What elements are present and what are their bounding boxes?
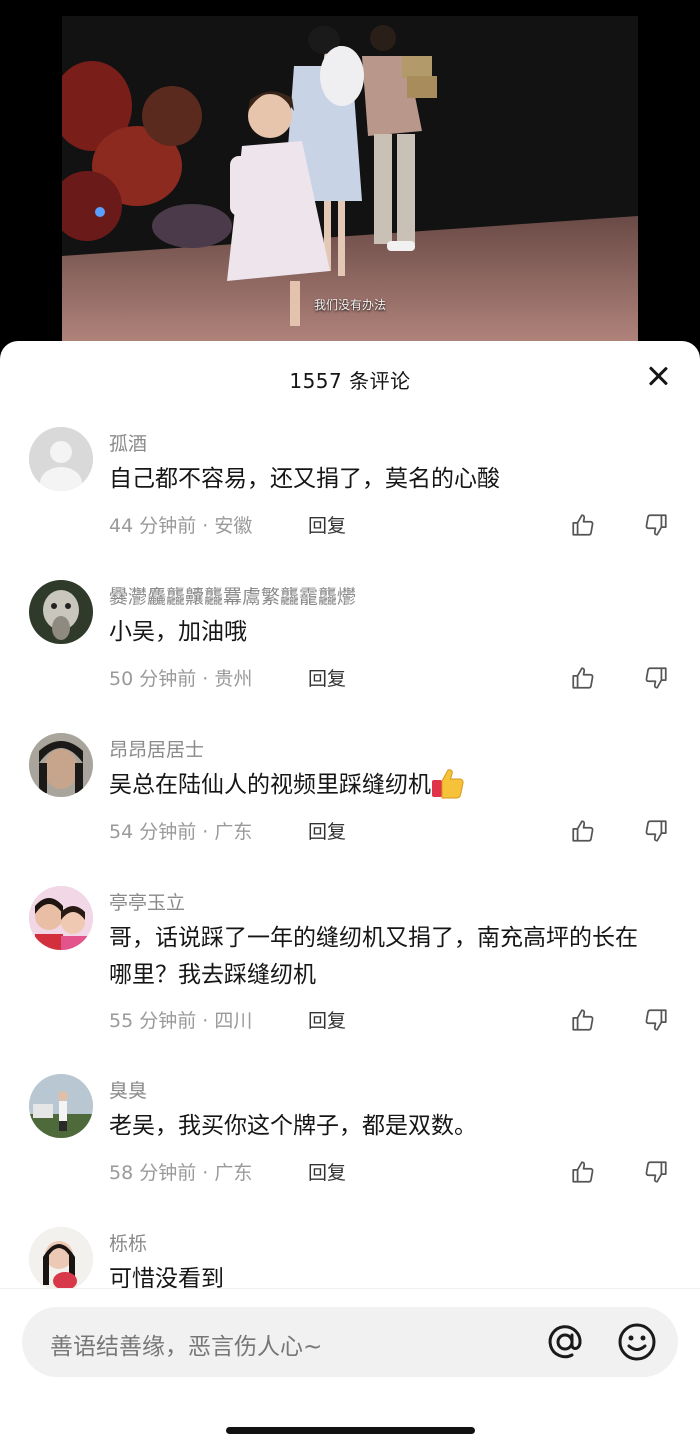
comment-text: 老吴，我买你这个牌子，都是双数。 bbox=[109, 1113, 477, 1139]
comment-username[interactable]: 亭亭玉立 bbox=[109, 888, 185, 915]
comment-meta: 58 分钟前 · 广东 bbox=[109, 1162, 253, 1184]
comment-username[interactable]: 爨灪麤龘齉龘羃鬳繁龘靇龘爩 bbox=[109, 582, 356, 609]
comment-text: 自己都不容易，还又捐了，莫名的心酸 bbox=[109, 466, 500, 492]
thumbs-up-icon[interactable] bbox=[570, 512, 596, 538]
comment-item: 亭亭玉立 哥，话说踩了一年的缝纫机又捐了，南充高坪的长在哪里？我去踩缝纫机 55… bbox=[0, 880, 700, 1068]
comment-meta: 55 分钟前 · 四川 bbox=[109, 1010, 253, 1032]
comment-item: 爨灪麤龘齉龘羃鬳繁龘靇龘爩 小吴，加油哦 50 分钟前 · 贵州 回复 bbox=[0, 574, 700, 727]
thumbs-down-icon[interactable] bbox=[643, 512, 669, 538]
comment-username[interactable]: 栎栎 bbox=[109, 1229, 147, 1256]
comment-text: 哥，话说踩了一年的缝纫机又捐了，南充高坪的长在哪里？我去踩缝纫机 bbox=[109, 925, 638, 988]
avatar[interactable] bbox=[29, 580, 93, 644]
comment-text: 吴总在陆仙人的视频里踩缝纫机 bbox=[109, 772, 431, 798]
comment-item: 昂昂居居士 吴总在陆仙人的视频里踩缝纫机 54 分钟前 · 广东 回复 bbox=[0, 727, 700, 880]
close-icon[interactable] bbox=[646, 364, 670, 388]
thumbs-down-icon[interactable] bbox=[643, 665, 669, 691]
thumbs-up-icon[interactable] bbox=[570, 1007, 596, 1033]
avatar[interactable] bbox=[29, 733, 93, 797]
avatar[interactable] bbox=[29, 427, 93, 491]
reply-button[interactable]: 回复 bbox=[308, 1006, 346, 1033]
comment-input[interactable]: 善语结善缘，恶言伤人心~ bbox=[22, 1307, 678, 1377]
at-icon[interactable] bbox=[544, 1321, 586, 1363]
comment-item: 孤酒 自己都不容易，还又捐了，莫名的心酸 44 分钟前 · 安徽 回复 bbox=[0, 421, 700, 574]
reply-button[interactable]: 回复 bbox=[308, 664, 346, 691]
video-subtitle: 我们没有办法 bbox=[313, 298, 386, 312]
thumbs-up-icon[interactable] bbox=[570, 665, 596, 691]
comment-input-placeholder[interactable]: 善语结善缘，恶言伤人心~ bbox=[50, 1327, 322, 1361]
comment-text-wrap: 吴总在陆仙人的视频里踩缝纫机 bbox=[109, 767, 659, 804]
comment-item: 臭臭 老吴，我买你这个牌子，都是双数。 58 分钟前 · 广东 回复 bbox=[0, 1068, 700, 1221]
comment-meta: 44 分钟前 · 安徽 bbox=[109, 515, 253, 537]
reply-button[interactable]: 回复 bbox=[308, 511, 346, 538]
comment-text: 小吴，加油哦 bbox=[109, 619, 247, 645]
comment-username[interactable]: 昂昂居居士 bbox=[109, 735, 204, 762]
comment-username[interactable]: 臭臭 bbox=[109, 1076, 147, 1103]
comment-sheet: 1557 条评论 孤酒 自己都不容易，还又捐了，莫名的心酸 44 分钟前 · 安… bbox=[0, 341, 700, 1446]
reply-button[interactable]: 回复 bbox=[308, 817, 346, 844]
smile-icon[interactable] bbox=[616, 1321, 658, 1363]
avatar[interactable] bbox=[29, 1074, 93, 1138]
thumbs-up-icon[interactable] bbox=[570, 818, 596, 844]
thumbs-up-icon[interactable] bbox=[570, 1159, 596, 1185]
comment-meta: 54 分钟前 · 广东 bbox=[109, 821, 253, 843]
comment-meta: 50 分钟前 · 贵州 bbox=[109, 668, 253, 690]
thumbs-down-icon[interactable] bbox=[643, 1159, 669, 1185]
reply-button[interactable]: 回复 bbox=[308, 1158, 346, 1185]
comment-input-bar: 善语结善缘，恶言伤人心~ bbox=[0, 1288, 700, 1446]
avatar[interactable] bbox=[29, 886, 93, 950]
thumbs-up-emoji bbox=[432, 768, 464, 798]
video-player[interactable]: 我们没有办法 bbox=[62, 16, 638, 346]
home-indicator[interactable] bbox=[226, 1427, 475, 1434]
thumbs-down-icon[interactable] bbox=[643, 1007, 669, 1033]
avatar[interactable] bbox=[29, 1227, 93, 1291]
comment-count-title: 1557 条评论 bbox=[289, 369, 411, 393]
comment-username[interactable]: 孤酒 bbox=[109, 429, 147, 456]
thumbs-down-icon[interactable] bbox=[643, 818, 669, 844]
comment-list[interactable]: 孤酒 自己都不容易，还又捐了，莫名的心酸 44 分钟前 · 安徽 回复 爨灪麤龘… bbox=[0, 421, 700, 1374]
